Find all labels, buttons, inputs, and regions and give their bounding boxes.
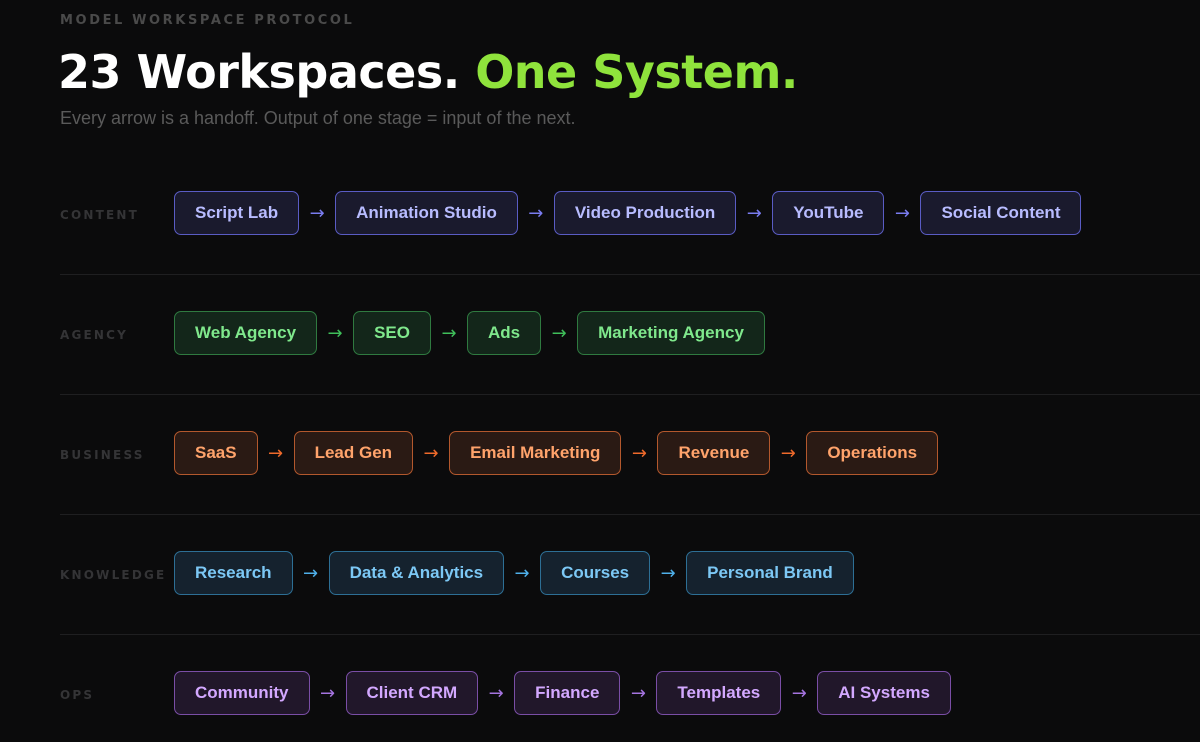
- title-main: 23 Workspaces.: [58, 45, 460, 99]
- node-ai-systems[interactable]: AI Systems: [817, 671, 951, 715]
- arrow-icon: →: [514, 562, 530, 584]
- lane-knowledge: KNOWLEDGE Research → Data & Analytics → …: [0, 515, 1200, 635]
- node-video-production[interactable]: Video Production: [553, 191, 737, 235]
- node-client-crm[interactable]: Client CRM: [345, 671, 479, 715]
- node-youtube[interactable]: YouTube: [772, 191, 885, 235]
- node-ads[interactable]: Ads: [467, 311, 542, 355]
- lane-nodes: Script Lab → Animation Studio → Video Pr…: [174, 191, 1082, 235]
- arrow-icon: →: [303, 562, 319, 584]
- node-saas[interactable]: SaaS: [174, 431, 258, 475]
- arrow-icon: →: [746, 202, 762, 224]
- arrow-icon: →: [309, 202, 325, 224]
- node-email-marketing[interactable]: Email Marketing: [449, 431, 622, 475]
- lane-content: CONTENT Script Lab → Animation Studio → …: [0, 155, 1200, 275]
- arrow-icon: →: [528, 202, 544, 224]
- arrow-icon: →: [780, 442, 796, 464]
- title-accent: One System.: [475, 45, 798, 99]
- arrow-icon: →: [268, 442, 284, 464]
- node-social-content[interactable]: Social Content: [920, 191, 1082, 235]
- arrow-icon: →: [894, 202, 911, 224]
- node-revenue[interactable]: Revenue: [657, 431, 771, 475]
- arrow-icon: →: [319, 682, 336, 704]
- workspace-lanes: CONTENT Script Lab → Animation Studio → …: [0, 155, 1200, 742]
- arrow-icon: →: [441, 322, 457, 344]
- lane-label: CONTENT: [60, 208, 140, 222]
- page-subtitle: Every arrow is a handoff. Output of one …: [60, 108, 576, 128]
- eyebrow: MODEL WORKSPACE PROTOCOL: [60, 13, 355, 28]
- node-lead-gen[interactable]: Lead Gen: [293, 431, 414, 475]
- node-courses[interactable]: Courses: [540, 551, 651, 595]
- lane-label: AGENCY: [60, 328, 129, 342]
- lane-business: BUSINESS SaaS → Lead Gen → Email Marketi…: [0, 395, 1200, 515]
- node-operations[interactable]: Operations: [806, 431, 939, 475]
- node-community[interactable]: Community: [174, 671, 310, 715]
- arrow-icon: →: [423, 442, 439, 464]
- lane-nodes: SaaS → Lead Gen → Email Marketing → Reve…: [174, 431, 939, 475]
- lane-nodes: Community → Client CRM → Finance → Templ…: [174, 671, 951, 715]
- lane-agency: AGENCY Web Agency → SEO → Ads → Marketin…: [0, 275, 1200, 395]
- lane-ops: OPS Community → Client CRM → Finance → T…: [0, 635, 1200, 742]
- lane-label: BUSINESS: [60, 448, 145, 462]
- node-seo[interactable]: SEO: [353, 311, 431, 355]
- arrow-icon: →: [630, 682, 646, 704]
- arrow-icon: →: [551, 322, 567, 344]
- lane-nodes: Research → Data & Analytics → Courses → …: [174, 551, 854, 595]
- node-templates[interactable]: Templates: [656, 671, 782, 715]
- arrow-icon: →: [327, 322, 343, 344]
- node-script-lab[interactable]: Script Lab: [174, 191, 300, 235]
- node-finance[interactable]: Finance: [514, 671, 621, 715]
- arrow-icon: →: [791, 682, 807, 704]
- node-data-analytics[interactable]: Data & Analytics: [328, 551, 505, 595]
- node-marketing-agency[interactable]: Marketing Agency: [577, 311, 765, 355]
- arrow-icon: →: [631, 442, 647, 464]
- node-web-agency[interactable]: Web Agency: [174, 311, 318, 355]
- page-title: 23 Workspaces. One System.: [58, 44, 798, 100]
- lane-nodes: Web Agency → SEO → Ads → Marketing Agenc…: [174, 311, 765, 355]
- arrow-icon: →: [660, 562, 676, 584]
- node-personal-brand[interactable]: Personal Brand: [686, 551, 854, 595]
- lane-label: KNOWLEDGE: [60, 568, 167, 582]
- node-animation-studio[interactable]: Animation Studio: [335, 191, 518, 235]
- lane-label: OPS: [60, 688, 95, 702]
- node-research[interactable]: Research: [174, 551, 293, 595]
- arrow-icon: →: [488, 682, 504, 704]
